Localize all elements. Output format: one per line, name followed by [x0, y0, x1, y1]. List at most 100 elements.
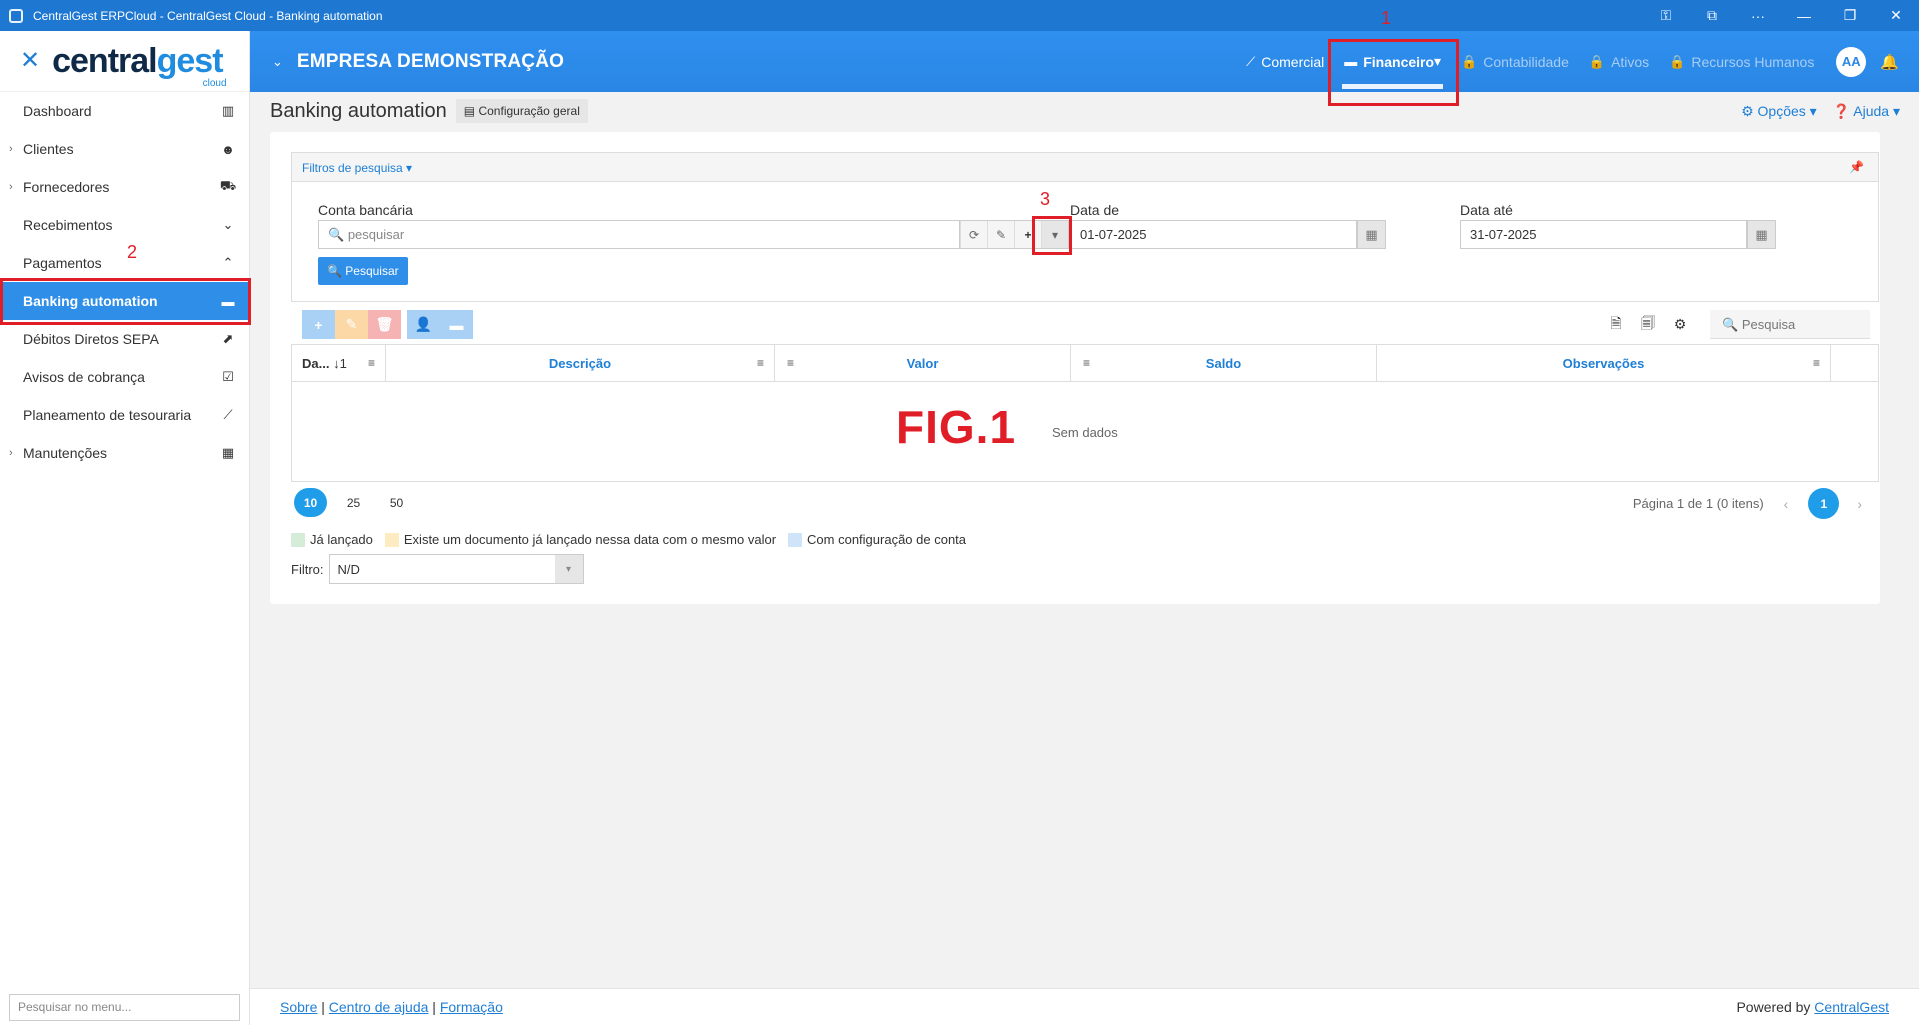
footer-link-formacao[interactable]: Formação [440, 999, 503, 1015]
data-ate-input[interactable]: 31-07-2025 [1460, 220, 1747, 249]
filter-icon[interactable]: ≡ [757, 356, 764, 370]
column-data[interactable]: Da... ↓1 ≡ [292, 345, 386, 381]
config-button[interactable]: ▤ Configuração geral [455, 99, 588, 123]
sidebar-item-label: Pagamentos [23, 255, 102, 271]
edit-icon[interactable]: ✎ [987, 221, 1014, 248]
legend-item: Existe um documento já lançado nessa dat… [384, 532, 776, 547]
filtro-select[interactable]: N/D ▾ [328, 554, 584, 584]
page-title: Banking automation [270, 99, 447, 122]
footer-link-sobre[interactable]: Sobre [280, 999, 317, 1015]
menu-search-input[interactable]: Pesquisar no menu... [9, 994, 240, 1021]
sidebar-item-label: Recebimentos [23, 217, 113, 233]
filter-icon[interactable]: ≡ [1813, 356, 1820, 370]
cast-icon[interactable]: ⧉ [1689, 0, 1735, 31]
legend-label: Já lançado [310, 532, 373, 547]
avatar[interactable]: AA [1836, 46, 1867, 77]
key-icon[interactable]: ⚿ [1643, 0, 1689, 31]
sidebar-menu: Dashboard ▥ › Clientes ☻ › Fornecedores ⛟ Recebi… [0, 92, 249, 472]
filtro-row: Filtro: N/D ▾ [291, 554, 584, 584]
prev-page-icon[interactable]: ‹ [1784, 496, 1789, 512]
window-title: CentralGest ERPCloud - CentralGest Cloud… [33, 8, 383, 23]
page-info: Página 1 de 1 (0 itens) [1632, 496, 1764, 511]
delete-row-button[interactable]: 🗑 [368, 310, 401, 339]
page-number-button[interactable]: 1 [1808, 488, 1840, 519]
options-menu[interactable]: ⚙ Opções ▾ [1741, 103, 1817, 120]
window-controls: ⚿ ⧉ ··· — ❐ ✕ [1643, 0, 1919, 31]
column-saldo[interactable]: ≡ Saldo [1071, 345, 1377, 381]
top-navbar: ⌄ EMPRESA DEMONSTRAÇÃO ⟋ Comercial ▬ Financ… [250, 31, 1919, 92]
grid-body: FIG.1 Sem dados [292, 382, 1878, 481]
sidebar-item-manuten-es[interactable]: › Manutenções ▦ [0, 434, 249, 472]
chevron-down-icon[interactable]: ⌄ [272, 54, 283, 70]
card-button[interactable]: ▬ [440, 310, 473, 339]
close-window-button[interactable]: ✕ [1873, 0, 1919, 31]
caret-down-icon: ▾ [1434, 53, 1442, 69]
logo[interactable]: centralgest cloud [52, 42, 226, 89]
next-page-icon[interactable]: › [1857, 496, 1862, 512]
page-size-50[interactable]: 50 [380, 488, 413, 517]
footer-link-ajuda[interactable]: Centro de ajuda [329, 999, 429, 1015]
sidebar-item-planeamento-de-tesouraria[interactable]: Planeamento de tesouraria ⟋ [0, 396, 249, 434]
grid-search-input[interactable]: 🔍 Pesquisa [1710, 310, 1870, 339]
refresh-icon[interactable]: ⟳ [960, 221, 987, 248]
dropdown-icon[interactable]: ▾ [1041, 221, 1068, 248]
export-pdf-icon[interactable]: 🗎 [1600, 313, 1632, 337]
filter-icon[interactable]: ≡ [368, 356, 375, 370]
legend-swatch [788, 532, 803, 547]
minimize-button[interactable]: — [1781, 0, 1827, 31]
conta-label: Conta bancária [318, 202, 413, 218]
sidebar-item-banking-automation[interactable]: Banking automation ▬ [0, 282, 249, 320]
add-row-button[interactable]: + [302, 310, 335, 339]
chevron-circle-down-icon: ⌄ [222, 217, 234, 232]
sidebar-item-label: Planeamento de tesouraria [23, 407, 192, 423]
sidebar-item-dashboard[interactable]: Dashboard ▥ [0, 92, 249, 130]
assign-user-button[interactable]: 👤 [407, 310, 440, 339]
page-size-25[interactable]: 25 [337, 488, 370, 517]
column-valor[interactable]: ≡ Valor [775, 345, 1071, 381]
filters-header[interactable]: Filtros de pesquisa ▾ 📌 [292, 153, 1878, 182]
edit-row-button[interactable]: ✎ [335, 310, 368, 339]
dropdown-icon[interactable]: ▾ [554, 555, 583, 583]
sidebar-item-label: Manutenções [23, 445, 108, 461]
window-titlebar: CentralGest ERPCloud - CentralGest Cloud… [0, 0, 1919, 31]
page-size-10[interactable]: 10 [294, 488, 327, 517]
lock-icon: 🔒 [1588, 53, 1606, 69]
sidebar-item-label: Fornecedores [23, 179, 110, 195]
close-menu-icon[interactable]: ✕ [20, 49, 40, 73]
conta-input[interactable]: 🔍 pesquisar [318, 220, 960, 249]
filter-icon[interactable]: ≡ [787, 356, 794, 370]
column-descricao[interactable]: Descrição ≡ [386, 345, 775, 381]
restore-button[interactable]: ❐ [1827, 0, 1873, 31]
sidebar-item-pagamentos[interactable]: Pagamentos ⌃ [0, 244, 249, 282]
more-icon[interactable]: ··· [1735, 0, 1781, 31]
help-menu[interactable]: ❓ Ajuda ▾ [1833, 103, 1900, 120]
grid-header: Da... ↓1 ≡ Descrição ≡ ≡ Valor ≡ Saldo O… [292, 345, 1878, 382]
annotation-number: 3 [1040, 189, 1051, 209]
lock-icon: 🔒 [1669, 53, 1686, 69]
column-observacoes[interactable]: Observações ≡ [1377, 345, 1831, 381]
settings-gear-icon[interactable]: ⚙ [1664, 316, 1696, 333]
company-name[interactable]: EMPRESA DEMONSTRAÇÃO [297, 51, 564, 73]
users-icon: ☻ [221, 141, 235, 157]
export-excel-icon[interactable]: 🗐 [1632, 313, 1664, 337]
footer-link-centralgest[interactable]: CentralGest [1814, 999, 1889, 1015]
add-icon[interactable]: + [1014, 221, 1041, 248]
sidebar-item-clientes[interactable]: › Clientes ☻ [0, 130, 249, 168]
sidebar-item-recebimentos[interactable]: Recebimentos ⌄ [0, 206, 249, 244]
bell-icon[interactable]: 🔔 [1880, 53, 1899, 71]
sidebar-item-avisos-de-cobran-a[interactable]: Avisos de cobrança ☑ [0, 358, 249, 396]
calendar-icon[interactable]: ▦ [1357, 220, 1386, 249]
data-de-input[interactable]: 01-07-2025 [1070, 220, 1357, 249]
credit-card-icon: ▬ [221, 293, 235, 309]
app-icon [9, 8, 23, 23]
pin-icon[interactable]: 📌 [1849, 160, 1864, 174]
filter-icon[interactable]: ≡ [1083, 356, 1090, 370]
calendar-icon[interactable]: ▦ [1747, 220, 1776, 249]
nav-comercial[interactable]: ⟋ Comercial [1236, 31, 1334, 92]
nav-financeiro[interactable]: ▬ Financeiro ▾ [1334, 31, 1451, 92]
sidebar-item-fornecedores[interactable]: › Fornecedores ⛟ [0, 168, 249, 206]
nav-label: Comercial [1261, 53, 1325, 70]
sidebar-item-d-bitos-diretos-sepa[interactable]: Débitos Diretos SEPA ⬈ [0, 320, 249, 358]
search-button[interactable]: 🔍 Pesquisar [318, 257, 408, 285]
sidebar-item-label: Débitos Diretos SEPA [23, 331, 159, 347]
